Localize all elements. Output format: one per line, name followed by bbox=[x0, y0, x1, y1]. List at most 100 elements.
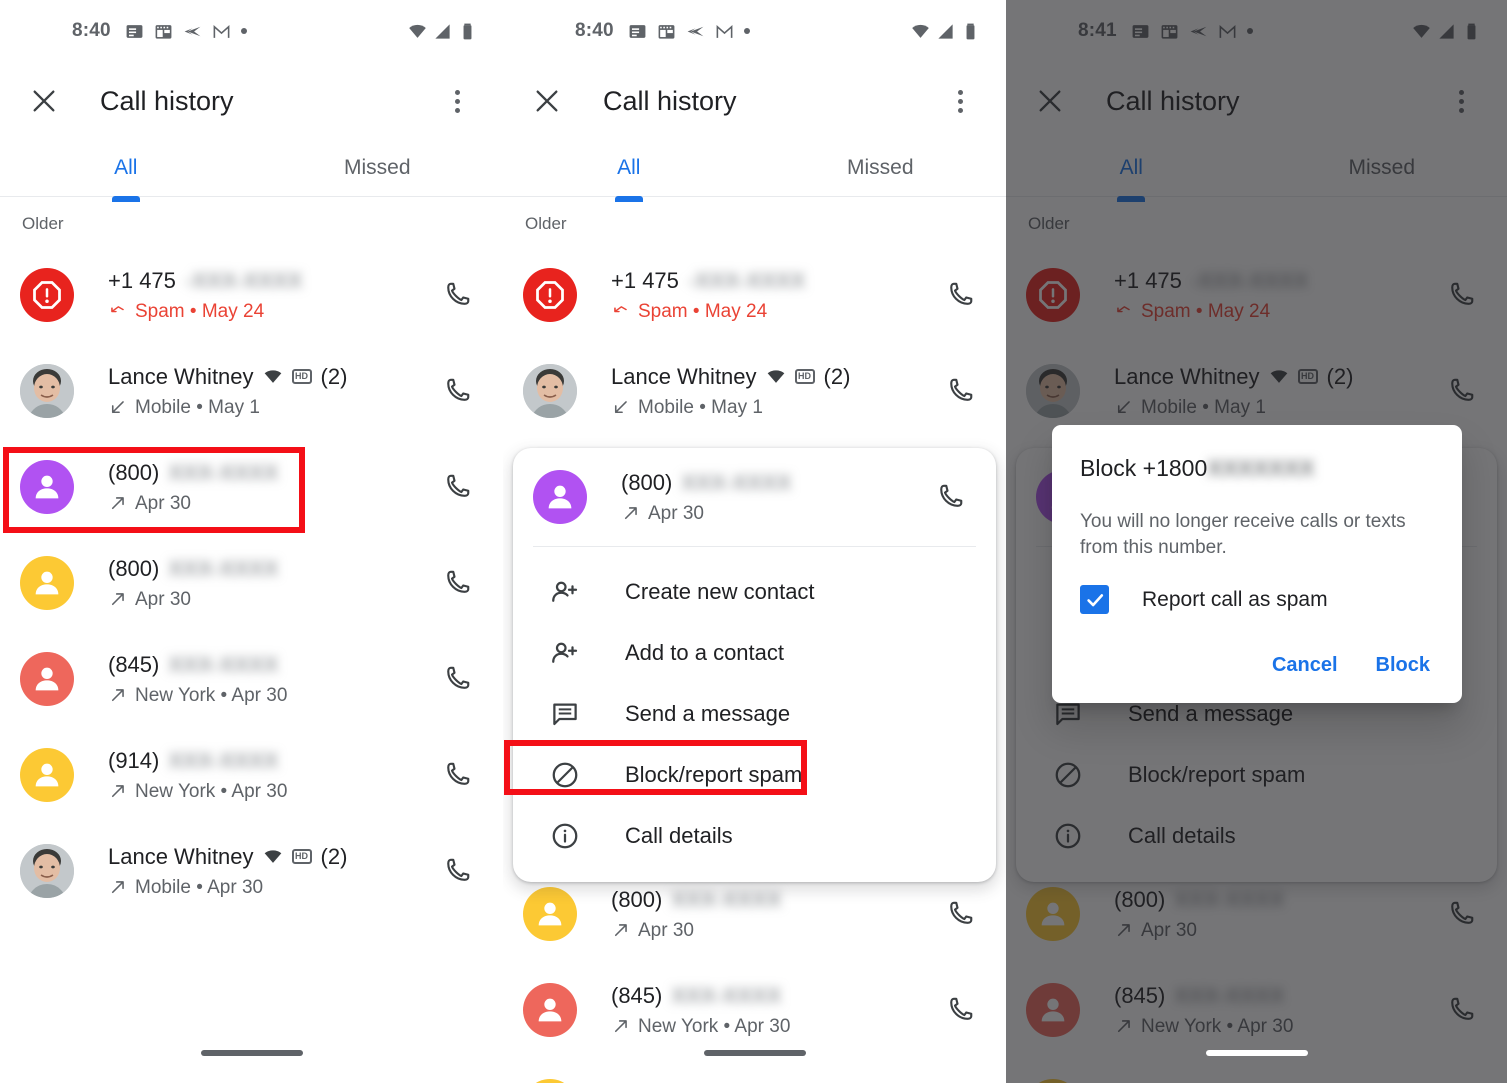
tab-bar: All Missed bbox=[503, 140, 1006, 196]
avatar bbox=[20, 556, 74, 610]
call-count: (2) bbox=[823, 363, 851, 389]
call-row-content: (845) XXX-XXXX New York • Apr 30 bbox=[611, 983, 936, 1038]
call-row-meta: Apr 30 bbox=[648, 502, 704, 524]
overflow-menu-button[interactable] bbox=[435, 79, 479, 123]
tab-missed[interactable]: Missed bbox=[755, 140, 1007, 196]
dot-icon bbox=[240, 28, 247, 34]
call-row[interactable]: (845) XXX-XXXX New York • Apr 30 bbox=[0, 631, 503, 727]
dialog-title-prefix: Block +1800 bbox=[1080, 455, 1208, 481]
panel-context-menu: 8:40 Call history All Missed Older +1 47… bbox=[503, 0, 1006, 1083]
call-row[interactable]: (845) XXX-XXXX New York • Apr 30 bbox=[503, 962, 1006, 1058]
outgoing-call-icon bbox=[614, 924, 627, 937]
block-icon bbox=[549, 759, 581, 791]
section-header-older: Older bbox=[525, 214, 567, 233]
call-row-subtitle: Apr 30 bbox=[108, 589, 433, 611]
contact-photo-icon bbox=[20, 844, 74, 898]
call-icon bbox=[447, 570, 470, 593]
menu-item-block-report-spam[interactable]: Block/report spam bbox=[513, 744, 996, 805]
report-octagon-icon bbox=[33, 281, 61, 309]
outgoing-call-icon bbox=[624, 507, 637, 520]
call-row-contact[interactable]: Lance Whitney HD (2) Mobile • Apr 30 bbox=[0, 823, 503, 919]
call-row-number: (800) bbox=[611, 886, 663, 912]
outgoing-call-icon bbox=[614, 1020, 627, 1033]
avatar bbox=[20, 364, 74, 418]
person-icon bbox=[35, 763, 59, 787]
call-row-meta: Apr 30 bbox=[638, 919, 694, 941]
call-back-button[interactable] bbox=[433, 655, 481, 703]
call-back-button[interactable] bbox=[433, 367, 481, 415]
call-back-button[interactable] bbox=[433, 751, 481, 799]
news-icon bbox=[629, 24, 646, 38]
menu-item-call-details[interactable]: Call details bbox=[513, 805, 996, 866]
wifi-icon bbox=[409, 24, 426, 38]
menu-item-send-a-message[interactable]: Send a message bbox=[513, 683, 996, 744]
menu-item-label: Call details bbox=[625, 822, 733, 848]
dot-icon bbox=[743, 28, 750, 34]
call-count: (2) bbox=[320, 363, 348, 389]
call-row-selected[interactable]: (800) XXX-XXXX Apr 30 bbox=[0, 439, 503, 535]
avatar bbox=[20, 844, 74, 898]
avatar bbox=[533, 470, 587, 524]
call-row[interactable]: (914) XXX-XXXX New York • Apr 30 bbox=[0, 727, 503, 823]
call-row-contact[interactable]: Lance Whitney HD (2) Mobile • May 1 bbox=[0, 343, 503, 439]
close-button[interactable] bbox=[525, 79, 569, 123]
tab-missed[interactable]: Missed bbox=[252, 140, 504, 196]
call-row[interactable]: (914) bbox=[503, 1058, 1006, 1083]
call-count: (2) bbox=[320, 843, 348, 869]
news-icon bbox=[126, 24, 143, 38]
avatar bbox=[523, 364, 577, 418]
call-back-button[interactable] bbox=[433, 271, 481, 319]
call-back-button[interactable] bbox=[433, 463, 481, 511]
call-row-number: (845) bbox=[611, 982, 663, 1008]
wifi-icon bbox=[912, 24, 929, 38]
outgoing-call-icon bbox=[111, 881, 124, 894]
report-spam-checkbox[interactable] bbox=[1080, 585, 1109, 615]
call-row-subtitle: Mobile • May 1 bbox=[108, 397, 433, 419]
close-button[interactable] bbox=[22, 79, 66, 123]
call-row-spam[interactable]: +1 475 -XXX-XXXX Spam • May 24 bbox=[503, 247, 1006, 343]
call-back-button[interactable] bbox=[433, 847, 481, 895]
call-row-subtitle: Spam • May 24 bbox=[108, 301, 433, 323]
status-system-icons bbox=[911, 22, 980, 41]
call-row-number-redacted: XXX-XXXX bbox=[671, 886, 782, 912]
tab-all[interactable]: All bbox=[0, 140, 252, 196]
call-row-content: Lance Whitney HD (2) Mobile • May 1 bbox=[611, 364, 936, 419]
call-back-button[interactable] bbox=[936, 271, 984, 319]
call-row-title: (800) XXX-XXXX bbox=[108, 460, 433, 486]
menu-item-label: Send a message bbox=[625, 700, 791, 726]
contact-photo-icon bbox=[523, 364, 577, 418]
call-row-contact[interactable]: Lance Whitney HD (2) Mobile • May 1 bbox=[503, 343, 1006, 439]
person-icon bbox=[35, 475, 59, 499]
call-row-subtitle: New York • Apr 30 bbox=[108, 685, 433, 707]
cancel-button[interactable]: Cancel bbox=[1268, 648, 1342, 683]
outgoing-call-icon bbox=[111, 593, 124, 606]
dialog-body-text: You will no longer receive calls or text… bbox=[1080, 511, 1406, 559]
tab-all[interactable]: All bbox=[503, 140, 755, 196]
call-row[interactable]: (800) XXX-XXXX Apr 30 bbox=[0, 535, 503, 631]
call-back-button[interactable] bbox=[936, 986, 984, 1034]
menu-item-create-new-contact[interactable]: Create new contact bbox=[513, 561, 996, 622]
menu-item-label: Add to a contact bbox=[625, 639, 784, 665]
context-menu-header-row[interactable]: (800) XXX-XXXX Apr 30 bbox=[513, 448, 996, 546]
call-row-meta: Mobile • May 1 bbox=[638, 396, 763, 418]
call-back-button[interactable] bbox=[936, 367, 984, 415]
person-icon bbox=[35, 571, 59, 595]
report-spam-checkbox-row[interactable]: Report call as spam bbox=[1080, 585, 1434, 615]
call-row-content: (800) XXX-XXXX Apr 30 bbox=[621, 470, 926, 525]
menu-item-add-to-a-contact[interactable]: Add to a contact bbox=[513, 622, 996, 683]
contact-name: Lance Whitney bbox=[108, 843, 254, 869]
send-icon bbox=[687, 26, 704, 36]
block-button[interactable]: Block bbox=[1372, 648, 1434, 683]
person-icon bbox=[538, 902, 562, 926]
home-indicator bbox=[1205, 1050, 1308, 1056]
overflow-menu-button[interactable] bbox=[938, 79, 982, 123]
call-back-button[interactable] bbox=[936, 890, 984, 938]
call-icon bbox=[447, 474, 470, 497]
call-row-spam[interactable]: +1 475 -XXX-XXXX Spam • May 24 bbox=[0, 247, 503, 343]
call-back-button[interactable] bbox=[433, 559, 481, 607]
dialog-title-redacted-number: XXXXXXX bbox=[1207, 455, 1315, 481]
status-notification-icons bbox=[125, 22, 247, 41]
call-back-button[interactable] bbox=[926, 473, 974, 521]
avatar bbox=[20, 748, 74, 802]
page-title: Call history bbox=[603, 85, 737, 116]
